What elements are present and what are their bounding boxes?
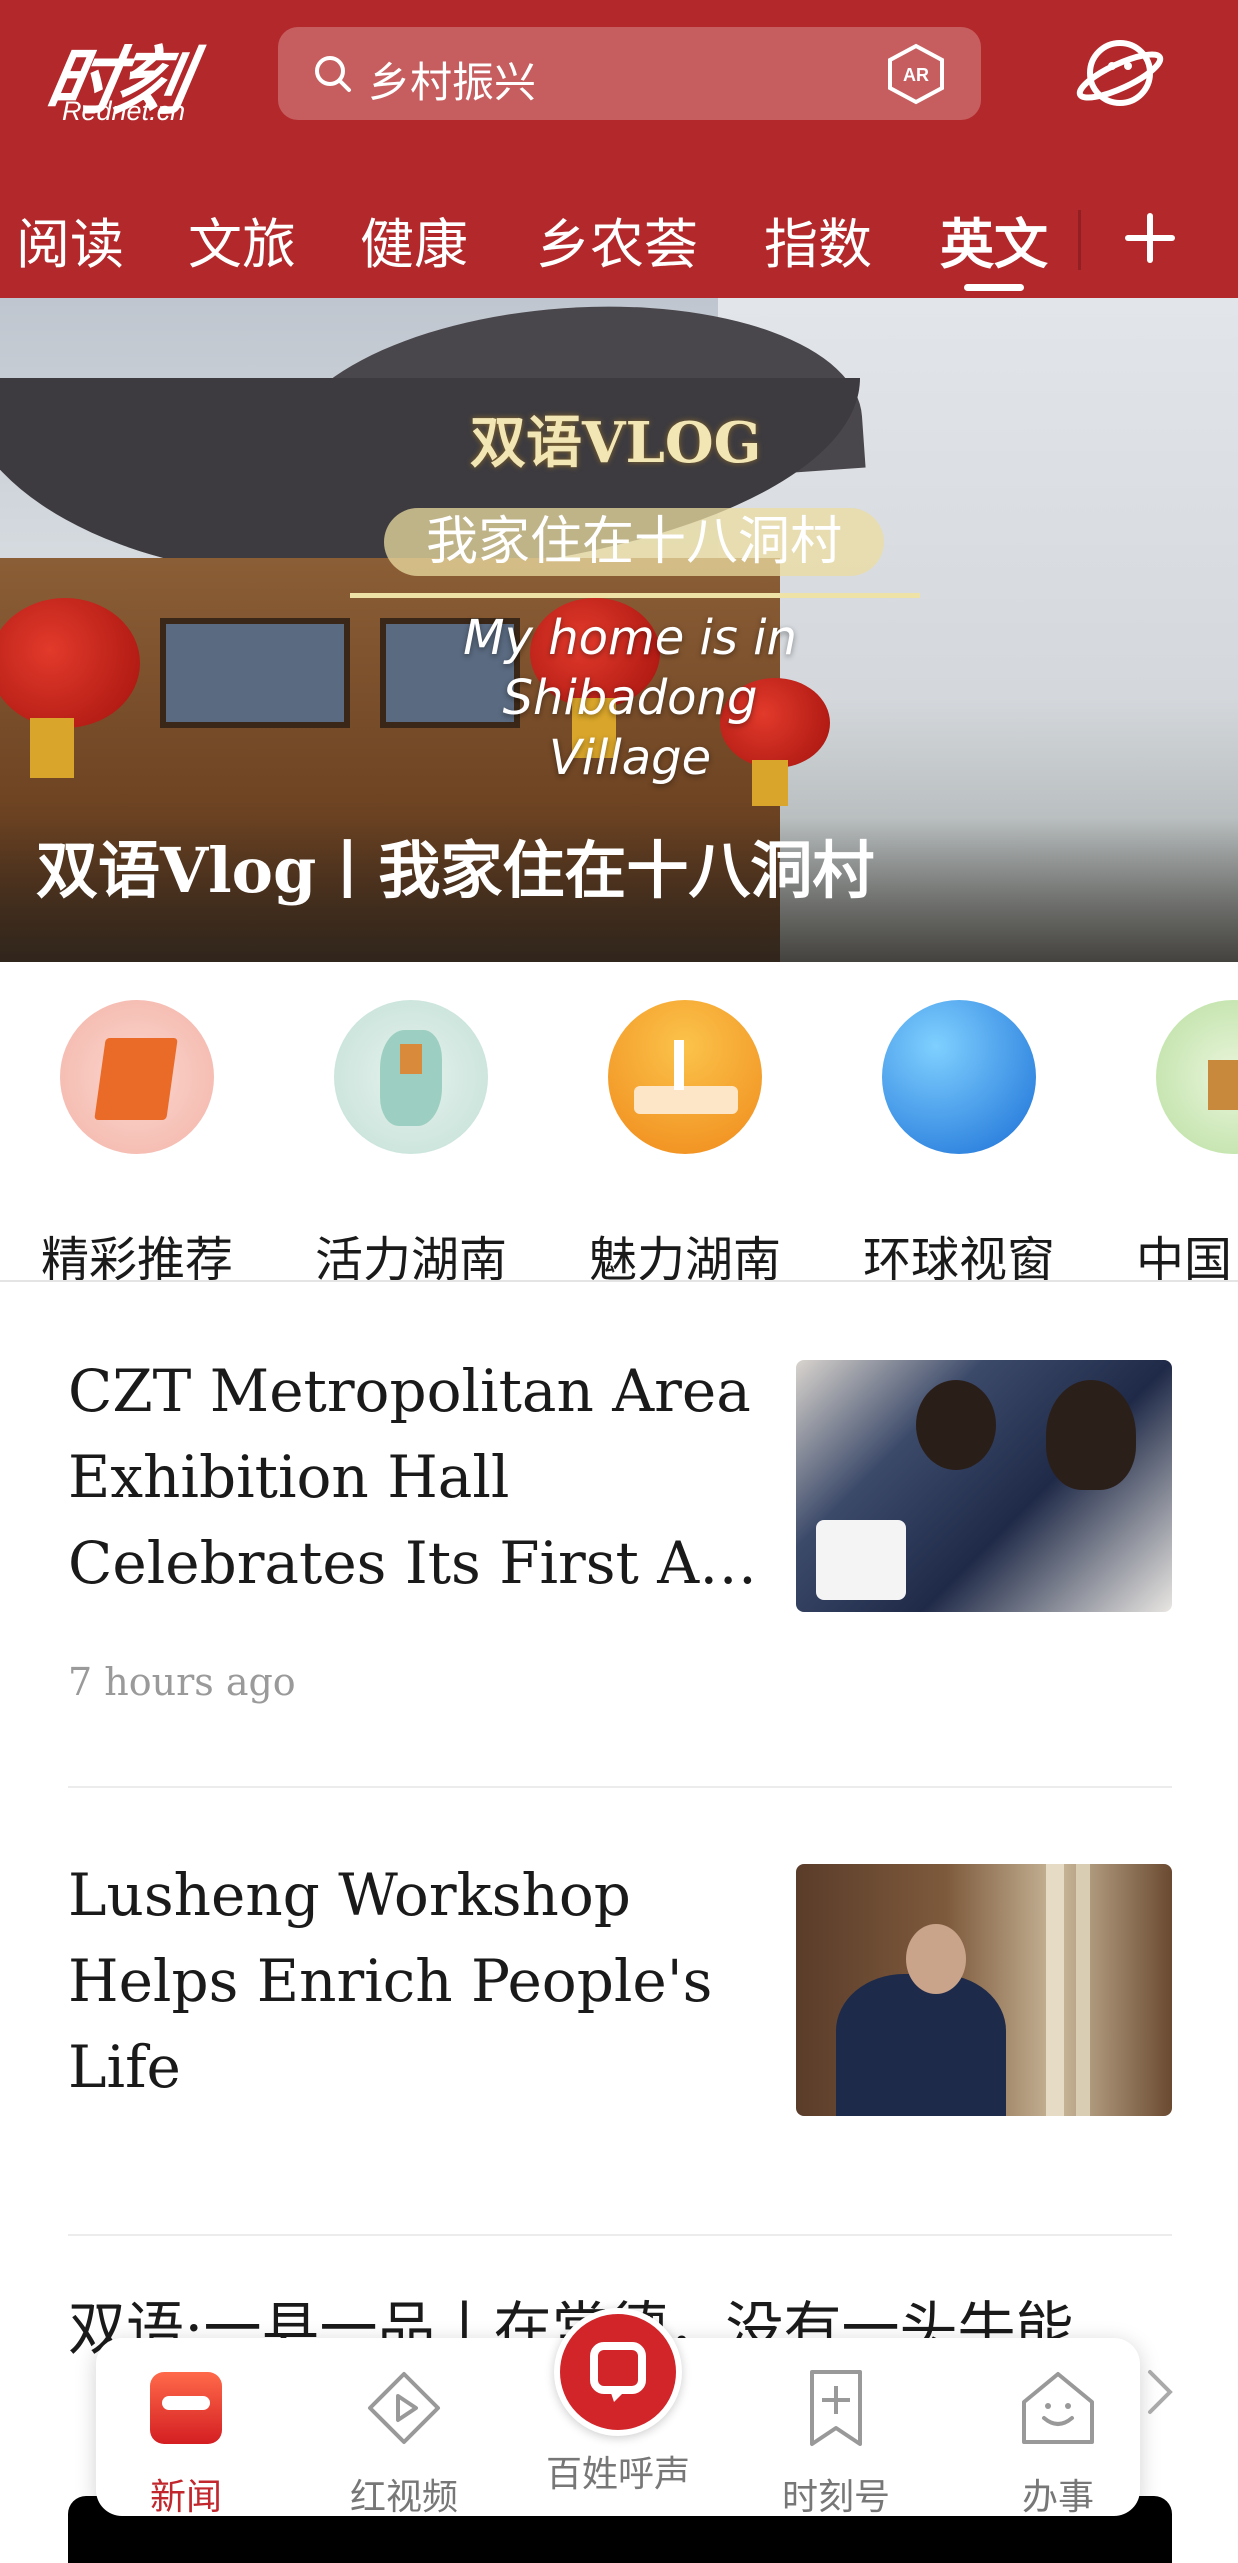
top-header: 时刻 Rednet.cn 乡村振兴 AR 阅读 文旅 健康 乡农荟 指数 英文 bbox=[0, 0, 1238, 298]
tab-culture-travel[interactable]: 文旅 bbox=[188, 200, 296, 279]
category-label: 中国 bbox=[1136, 1232, 1233, 1282]
news-title: CZT Metropolitan Area Exhibition Hall Ce… bbox=[68, 1357, 758, 1597]
active-tab-indicator bbox=[964, 284, 1024, 291]
featured-banner[interactable]: 双语VLOG 我家住在十八洞村 My home is in Shibadong … bbox=[0, 298, 1238, 962]
news-timestamp: 7 hours ago bbox=[68, 1660, 296, 1704]
nav-label: 红视频 bbox=[349, 2477, 458, 2518]
smile-house-icon bbox=[1022, 2372, 1094, 2444]
globe-icon bbox=[882, 1000, 1036, 1154]
tab-divider bbox=[1078, 210, 1081, 270]
tab-index[interactable]: 指数 bbox=[764, 200, 872, 279]
chat-bubble-icon bbox=[590, 2342, 646, 2402]
nav-services[interactable]: 办事 bbox=[968, 2368, 1148, 2518]
category-label: 环球视窗 bbox=[862, 1232, 1055, 1282]
category-label: 活力湖南 bbox=[314, 1232, 507, 1282]
tab-rural[interactable]: 乡农荟 bbox=[536, 200, 698, 279]
category-label: 精彩推荐 bbox=[40, 1232, 233, 1282]
category-item[interactable]: 魅力湖南 bbox=[548, 1000, 788, 1280]
banner-caption: 双语Vlog丨我家住在十八洞村 bbox=[36, 834, 875, 907]
channel-tabs: 阅读 文旅 健康 乡农荟 指数 英文 bbox=[0, 190, 1238, 291]
vlog-divider bbox=[350, 593, 920, 598]
landmark-icon bbox=[608, 1000, 762, 1154]
category-item[interactable]: 精彩推荐 bbox=[0, 1000, 240, 1280]
search-bar[interactable]: 乡村振兴 AR bbox=[278, 27, 981, 120]
app-logo[interactable]: 时刻 Rednet.cn bbox=[39, 22, 238, 132]
vlog-subtitle: 我家住在十八洞村 bbox=[384, 508, 884, 576]
news-item[interactable]: CZT Metropolitan Area Exhibition Hall Ce… bbox=[68, 1348, 1172, 1708]
category-row: 精彩推荐 活力湖南 魅力湖南 环球视窗 中国 bbox=[0, 962, 1238, 1282]
chevron-right-icon[interactable] bbox=[1140, 2362, 1180, 2422]
search-icon bbox=[315, 56, 351, 92]
news-divider bbox=[68, 1786, 1172, 1788]
public-voice-button[interactable] bbox=[554, 2308, 682, 2436]
ar-scan-icon[interactable]: AR bbox=[886, 43, 946, 105]
ar-label: AR bbox=[903, 65, 929, 85]
news-app-icon bbox=[150, 2372, 222, 2444]
play-icon bbox=[368, 2372, 440, 2444]
tab-english[interactable]: 英文 bbox=[940, 200, 1048, 279]
hunan-map-icon bbox=[334, 1000, 488, 1154]
category-item[interactable]: 活力湖南 bbox=[274, 1000, 514, 1280]
nav-label: 办事 bbox=[1021, 2477, 1094, 2518]
vlog-title: 双语VLOG bbox=[470, 410, 762, 476]
planet-profile-icon[interactable] bbox=[1075, 28, 1165, 118]
news-divider bbox=[68, 2234, 1172, 2236]
category-item[interactable]: 中国 bbox=[1096, 1000, 1238, 1280]
news-thumbnail bbox=[796, 1864, 1172, 2116]
nav-label: 新闻 bbox=[149, 2477, 222, 2518]
nav-label: 时刻号 bbox=[781, 2477, 890, 2518]
add-channel-icon[interactable] bbox=[1122, 210, 1178, 266]
vlog-english-title: My home is in Shibadong Village bbox=[463, 610, 797, 786]
news-thumbnail bbox=[796, 1360, 1172, 1612]
search-placeholder: 乡村振兴 bbox=[368, 58, 537, 107]
news-title: Lusheng Workshop Helps Enrich People's L… bbox=[68, 1861, 713, 2101]
logo-domain: Rednet.cn bbox=[62, 96, 186, 126]
tab-health[interactable]: 健康 bbox=[360, 200, 468, 279]
book-icon bbox=[60, 1000, 214, 1154]
category-label: 魅力湖南 bbox=[588, 1232, 781, 1282]
banner-window bbox=[160, 618, 350, 728]
category-item[interactable]: 环球视窗 bbox=[822, 1000, 1062, 1280]
nav-label-public-voice[interactable]: 百姓呼声 bbox=[526, 2450, 710, 2500]
bottom-navigation: 新闻 红视频 百姓呼声 时刻号 办事 bbox=[96, 2308, 1140, 2518]
bookmark-plus-icon bbox=[810, 2370, 862, 2446]
tab-read[interactable]: 阅读 bbox=[16, 200, 124, 279]
lantern-tassel bbox=[30, 718, 74, 778]
nav-news[interactable]: 新闻 bbox=[96, 2368, 276, 2518]
nav-red-video[interactable]: 红视频 bbox=[314, 2368, 494, 2518]
china-pavilion-icon bbox=[1156, 1000, 1238, 1154]
nav-shike-account[interactable]: 时刻号 bbox=[746, 2368, 926, 2518]
news-item[interactable]: Lusheng Workshop Helps Enrich People's L… bbox=[68, 1852, 1172, 2152]
